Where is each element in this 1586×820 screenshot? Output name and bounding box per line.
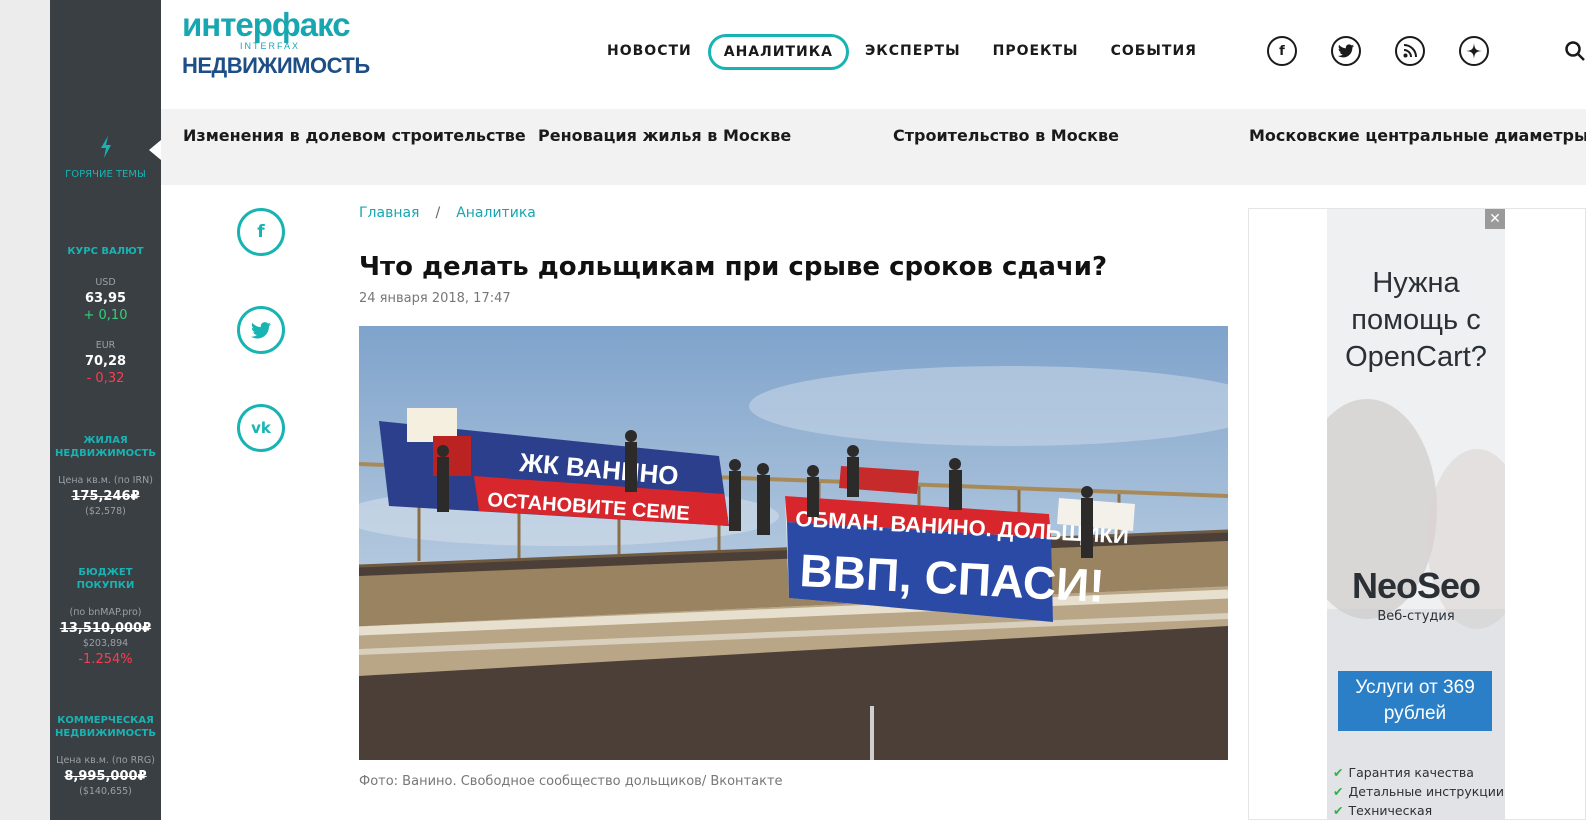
eur-label: EUR	[95, 340, 116, 351]
hot-topics-toggle[interactable]: ГОРЯЧИЕ ТЕМЫ	[50, 136, 161, 181]
market-sidebar: ГОРЯЧИЕ ТЕМЫ КУРС ВАЛЮТ USD 63,95 + 0,10…	[50, 0, 161, 820]
lightning-icon	[100, 136, 111, 158]
ad-brand: NeoSeo	[1351, 565, 1481, 606]
breadcrumb: Главная / Аналитика	[359, 205, 536, 221]
header-social: f	[1267, 36, 1523, 66]
site-logo[interactable]: интерфакс INTERFAX НЕДВИЖИМОСТЬ	[182, 8, 370, 78]
main-content: интерфакс INTERFAX НЕДВИЖИМОСТЬ НОВОСТИ …	[161, 0, 1586, 820]
hot-topics-label: ГОРЯЧИЕ ТЕМЫ	[65, 169, 146, 180]
logo-interfax-en: INTERFAX	[240, 41, 301, 51]
eur-value: 70,28	[84, 354, 127, 369]
topic-link[interactable]: Строительство в Москве	[893, 126, 1119, 145]
ad-feature: Детальные инструкции	[1333, 782, 1505, 801]
budget-change: -1.254%	[78, 652, 133, 667]
commercial-block: КОММЕРЧЕСКАЯ НЕДВИЖИМОСТЬ Цена кв.м. (по…	[50, 714, 161, 799]
commercial-usd: ($140,655)	[79, 786, 132, 797]
ad-banner[interactable]: ✕ Нужна помощь с OpenCart? NeoSeo Веб-ст…	[1327, 209, 1505, 820]
breadcrumb-home[interactable]: Главная	[359, 205, 419, 221]
ad-close-icon[interactable]: ✕	[1485, 209, 1505, 229]
budget-title: БЮДЖЕТ ПОКУПКИ	[76, 567, 135, 591]
topic-link[interactable]: Изменения в долевом строительстве	[183, 126, 526, 145]
commercial-title: КОММЕРЧЕСКАЯ НЕДВИЖИМОСТЬ	[55, 715, 156, 739]
nav-projects[interactable]: ПРОЕКТЫ	[977, 34, 1095, 70]
nav-news[interactable]: НОВОСТИ	[591, 34, 708, 70]
article-date: 24 января 2018, 17:47	[359, 291, 511, 306]
usd-change: + 0,10	[83, 308, 128, 323]
commercial-value: 8,995,000₽	[64, 769, 147, 784]
housing-value: 175,246₽	[71, 489, 140, 504]
breadcrumb-separator: /	[435, 205, 441, 221]
housing-title: ЖИЛАЯ НЕДВИЖИМОСТЬ	[55, 435, 156, 459]
nav-events[interactable]: СОБЫТИЯ	[1095, 34, 1213, 70]
topic-link[interactable]: Московские центральные диаметры	[1249, 126, 1586, 145]
ad-subtitle: Веб-студия	[1377, 609, 1455, 624]
ad-feature: Гарантия качества	[1333, 763, 1505, 782]
share-twitter-icon[interactable]	[237, 306, 285, 354]
usd-value: 63,95	[84, 291, 127, 306]
budget-usd: $203,894	[82, 638, 129, 649]
budget-block: БЮДЖЕТ ПОКУПКИ (по bnMAP.pro) 13,510,000…	[50, 566, 161, 668]
article-photo: ЖК ВАНИНО ОСТАНОВИТЕ СЕМЕ ОБМАН. ВАНИНО.…	[359, 326, 1228, 760]
photo-caption: Фото: Ванино. Свободное сообщество дольщ…	[359, 774, 783, 789]
breadcrumb-analytics[interactable]: Аналитика	[456, 205, 536, 221]
ad-feature: Техническая поддержка	[1333, 801, 1505, 820]
main-nav: НОВОСТИ АНАЛИТИКА ЭКСПЕРТЫ ПРОЕКТЫ СОБЫТ…	[591, 34, 1213, 70]
housing-note: Цена кв.м. (по IRN)	[58, 475, 153, 486]
nav-experts[interactable]: ЭКСПЕРТЫ	[849, 34, 977, 70]
logo-realty: НЕДВИЖИМОСТЬ	[182, 53, 370, 78]
search-icon[interactable]	[1564, 40, 1586, 62]
housing-usd: ($2,578)	[85, 506, 126, 517]
facebook-icon[interactable]: f	[1267, 36, 1297, 66]
hot-topics-bar: Изменения в долевом строительстве Ренова…	[161, 109, 1586, 185]
zen-icon[interactable]	[1459, 36, 1489, 66]
usd-label: USD	[95, 277, 116, 288]
budget-value: 13,510,000₽	[59, 621, 152, 636]
eur-change: - 0,32	[86, 371, 125, 386]
topic-link[interactable]: Реновация жилья в Москве	[538, 126, 791, 145]
ad-headline: Нужна помощь с OpenCart?	[1345, 267, 1487, 373]
share-vk-icon[interactable]: vk	[237, 404, 285, 452]
nav-analytics[interactable]: АНАЛИТИКА	[707, 34, 850, 70]
currency-block: КУРС ВАЛЮТ USD 63,95 + 0,10 EUR 70,28 - …	[50, 245, 161, 387]
ad-features: Гарантия качества Детальные инструкции Т…	[1333, 763, 1505, 820]
share-facebook-icon[interactable]: f	[237, 208, 285, 256]
logo-interfax-ru: интерфакс	[182, 6, 351, 43]
rss-icon[interactable]	[1395, 36, 1425, 66]
housing-block: ЖИЛАЯ НЕДВИЖИМОСТЬ Цена кв.м. (по IRN) 1…	[50, 434, 161, 519]
budget-note: (по bnMAP.pro)	[69, 607, 142, 618]
twitter-icon[interactable]	[1331, 36, 1361, 66]
commercial-note: Цена кв.м. (по RRG)	[56, 755, 155, 766]
currency-title: КУРС ВАЛЮТ	[67, 246, 144, 257]
ad-cta-button[interactable]: Услуги от 369 рублей	[1338, 671, 1492, 731]
article-title: Что делать дольщикам при срыве сроков сд…	[359, 252, 1108, 282]
